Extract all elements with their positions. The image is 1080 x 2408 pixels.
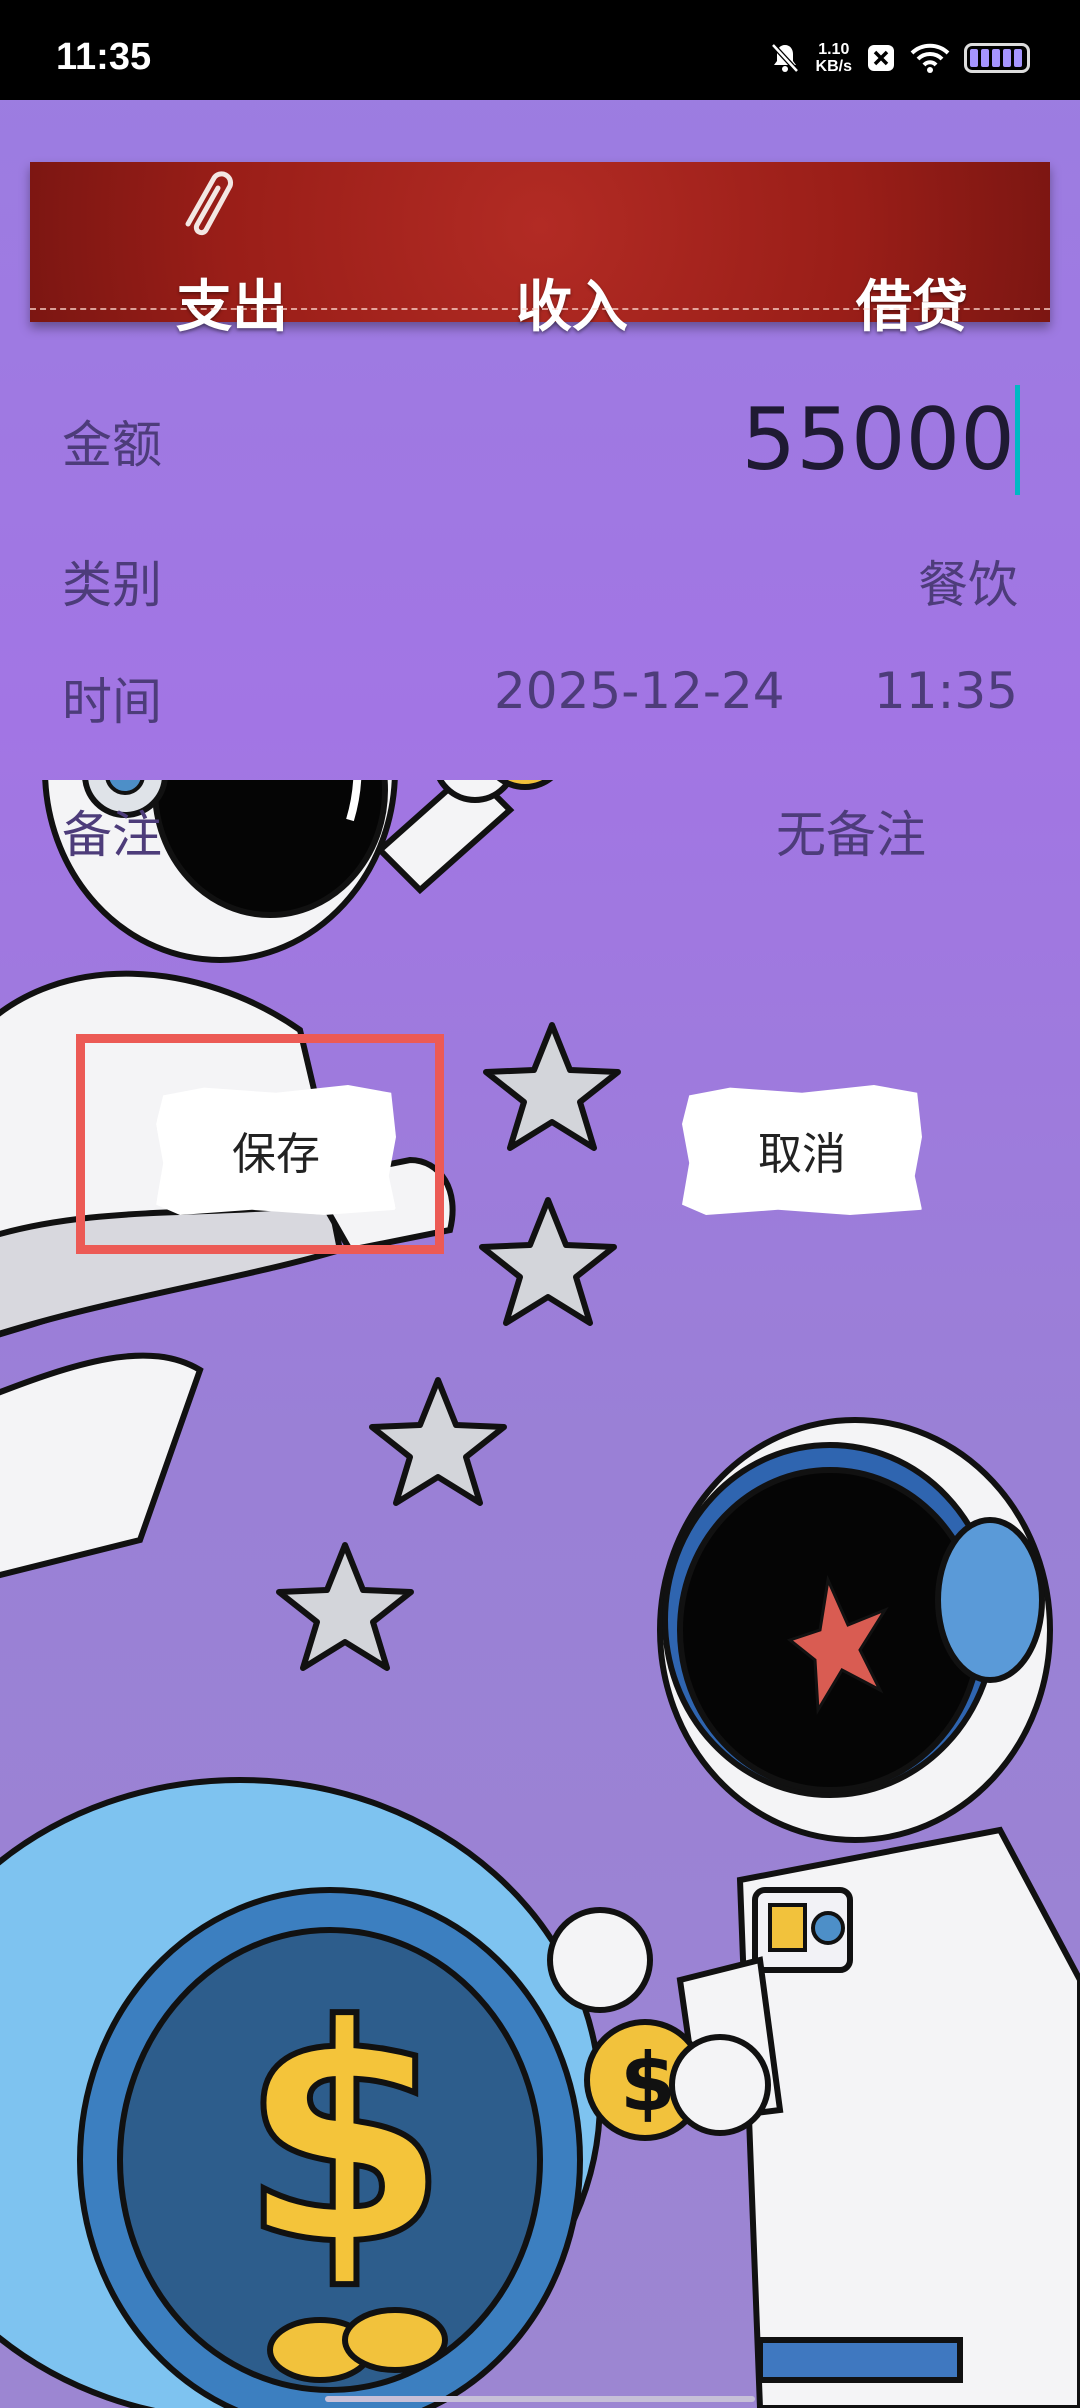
amount-input[interactable]: 55000: [741, 385, 1020, 495]
mute-bell-icon: [770, 43, 799, 73]
paperclip-icon: [185, 171, 234, 236]
svg-text:$: $: [240, 1962, 449, 2311]
net-speed-value: 1.10: [818, 41, 850, 58]
tab-expense[interactable]: 支出: [176, 262, 288, 343]
porthole: $: [0, 1777, 603, 2408]
category-label: 类别: [62, 556, 162, 614]
tab-loan[interactable]: 借贷: [856, 262, 968, 343]
svg-text:$: $: [620, 2036, 676, 2129]
cancel-button[interactable]: 取消: [682, 1085, 922, 1215]
astronaut-bottom: $: [547, 1417, 1080, 2408]
net-speed-unit: KB/s: [815, 58, 852, 75]
network-speed: 1.10 KB/s: [816, 41, 852, 75]
time-label: 时间: [62, 673, 162, 731]
tab-income[interactable]: 收入: [516, 262, 628, 343]
save-highlight-box: [76, 1034, 444, 1254]
amount-label: 金额: [62, 416, 162, 474]
home-indicator[interactable]: [325, 2396, 755, 2402]
type-tab-bar: 支出 收入 借贷: [30, 162, 1050, 340]
category-selector[interactable]: 餐饮: [918, 545, 1018, 617]
data-saver-icon: [868, 45, 894, 71]
wifi-icon: [910, 43, 950, 73]
note-input[interactable]: 无备注: [776, 795, 926, 867]
time-picker[interactable]: 11:35: [874, 662, 1018, 720]
note-label: 备注: [62, 806, 162, 864]
status-time: 11:35: [56, 36, 152, 78]
astronaut-illustration: $ $: [0, 780, 1080, 2408]
date-picker[interactable]: 2025-12-24: [494, 662, 785, 720]
status-bar: 11:35 1.10 KB/s: [0, 0, 1080, 100]
status-icons: 1.10 KB/s: [768, 38, 1030, 78]
battery-icon: [964, 43, 1030, 73]
